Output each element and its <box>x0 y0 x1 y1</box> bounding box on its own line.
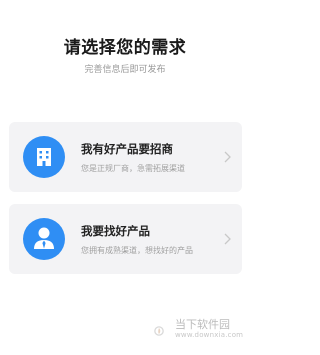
user-tie-icon <box>23 218 65 260</box>
building-icon <box>23 136 65 178</box>
option-card-merchant[interactable]: 我有好产品要招商 您是正规厂商，急需拓展渠道 <box>9 122 242 192</box>
chevron-right-icon <box>224 233 231 245</box>
page-title: 请选择您的需求 <box>63 38 187 58</box>
option-title: 我有好产品要招商 <box>81 142 173 156</box>
watermark-url: www.downxia.com <box>175 331 244 339</box>
option-title: 我要找好产品 <box>81 224 150 238</box>
page-subtitle: 完善信息后即可发布 <box>84 65 166 75</box>
option-description: 您拥有成熟渠道，想找好的产品 <box>81 246 193 255</box>
chevron-right-icon <box>224 151 231 163</box>
watermark-text: 当下软件园 <box>175 318 230 331</box>
option-card-find-product[interactable]: 我要找好产品 您拥有成熟渠道，想找好的产品 <box>9 204 242 274</box>
dangxia-logo-icon <box>154 326 164 336</box>
option-description: 您是正规厂商，急需拓展渠道 <box>81 164 185 173</box>
